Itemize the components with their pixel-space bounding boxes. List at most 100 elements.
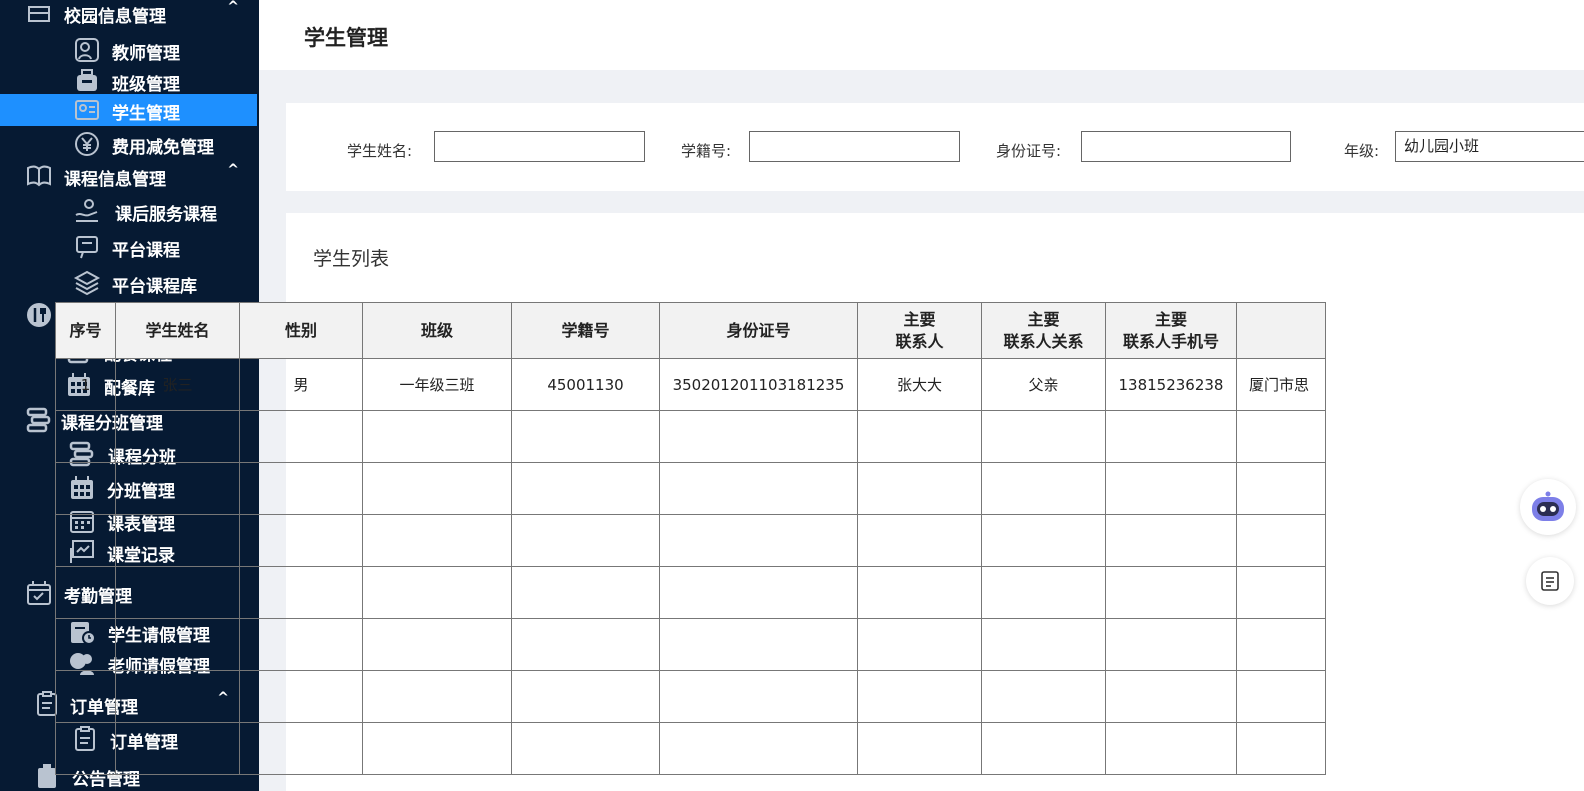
table-cell bbox=[239, 410, 363, 463]
table-row bbox=[55, 410, 1326, 463]
table-cell bbox=[1236, 410, 1326, 463]
column-header: 学生姓名 bbox=[115, 302, 240, 359]
table-cell bbox=[115, 462, 240, 515]
robot-icon bbox=[1532, 491, 1564, 521]
table-cell bbox=[362, 410, 512, 463]
table-cell bbox=[511, 722, 660, 775]
table-cell bbox=[239, 514, 363, 567]
table-cell bbox=[362, 618, 512, 671]
column-header: 主要 联系人手机号 bbox=[1105, 302, 1237, 359]
student-no-label: 学籍号: bbox=[681, 142, 732, 160]
table-cell bbox=[239, 722, 363, 775]
chevron-up-icon[interactable]: ^ bbox=[227, 0, 239, 15]
table-cell bbox=[981, 722, 1106, 775]
sidebar-item-6[interactable]: 课后服务课程 bbox=[0, 195, 257, 227]
table-cell bbox=[511, 566, 660, 619]
table-cell bbox=[1105, 618, 1237, 671]
sidebar-group-0[interactable]: 校园信息管理 ^ bbox=[0, 0, 257, 29]
teacher-icon bbox=[72, 35, 102, 65]
attendance-icon bbox=[24, 578, 54, 608]
table-cell bbox=[857, 462, 982, 515]
table-cell bbox=[981, 618, 1106, 671]
table-row bbox=[55, 618, 1326, 671]
sidebar-item-label: 学生管理 bbox=[112, 104, 180, 124]
table-cell: 350201201103181235 bbox=[659, 358, 858, 411]
table-cell bbox=[362, 722, 512, 775]
page-title: 学生管理 bbox=[304, 26, 388, 50]
table-cell bbox=[115, 410, 240, 463]
table-cell: 父亲 bbox=[981, 358, 1106, 411]
sidebar-item-8[interactable]: 平台课程库 bbox=[0, 267, 257, 299]
table-cell bbox=[1236, 514, 1326, 567]
table-cell bbox=[115, 670, 240, 723]
table-cell bbox=[511, 462, 660, 515]
table-cell: 厦门市思 bbox=[1236, 358, 1326, 411]
table-cell bbox=[1105, 670, 1237, 723]
student-name-input[interactable] bbox=[434, 131, 645, 162]
table-cell bbox=[511, 618, 660, 671]
table-cell bbox=[239, 566, 363, 619]
table-cell bbox=[659, 462, 858, 515]
table-cell bbox=[659, 410, 858, 463]
table-cell bbox=[511, 514, 660, 567]
page-header: 学生管理 bbox=[259, 0, 1584, 70]
assistant-robot-button[interactable] bbox=[1520, 479, 1576, 535]
table-cell bbox=[981, 566, 1106, 619]
column-header: 序号 bbox=[55, 302, 116, 359]
column-header: 主要 联系人 bbox=[857, 302, 982, 359]
sidebar-item-2[interactable]: 班级管理 bbox=[0, 65, 257, 97]
column-header: 学籍号 bbox=[511, 302, 660, 359]
table-cell: 张大大 bbox=[857, 358, 982, 411]
sidebar-item-label: 教师管理 bbox=[112, 44, 180, 64]
column-header: 班级 bbox=[362, 302, 512, 359]
student-icon bbox=[72, 95, 102, 125]
table-row[interactable]: 1 张三男一年级三班 45001130 350201201103181235 张大大 父亲… bbox=[55, 358, 1326, 411]
layers-icon bbox=[72, 268, 102, 298]
table-cell bbox=[1236, 670, 1326, 723]
sidebar-item-label: 校园信息管理 bbox=[64, 7, 166, 27]
column-header bbox=[1236, 302, 1326, 359]
grade-select[interactable]: 幼儿园小班 bbox=[1395, 131, 1584, 162]
dining-icon bbox=[24, 300, 54, 330]
table-cell bbox=[659, 722, 858, 775]
table-cell bbox=[239, 618, 363, 671]
table-cell bbox=[981, 514, 1106, 567]
table-cell: 1 bbox=[55, 358, 116, 411]
chevron-up-icon[interactable]: ^ bbox=[227, 162, 239, 178]
table-cell bbox=[55, 514, 116, 567]
sidebar-item-7[interactable]: 平台课程 bbox=[0, 231, 257, 263]
table-cell bbox=[1236, 722, 1326, 775]
table-row bbox=[55, 566, 1326, 619]
table-cell bbox=[511, 410, 660, 463]
table-cell bbox=[857, 514, 982, 567]
table-cell bbox=[659, 566, 858, 619]
sidebar-item-label: 平台课程库 bbox=[112, 277, 197, 297]
notes-button[interactable] bbox=[1526, 557, 1574, 605]
column-header: 身份证号 bbox=[659, 302, 858, 359]
table-row bbox=[55, 722, 1326, 775]
sidebar-item-label: 课程信息管理 bbox=[64, 170, 166, 190]
table-cell bbox=[239, 670, 363, 723]
class-icon bbox=[72, 66, 102, 96]
table-cell bbox=[115, 722, 240, 775]
sidebar-item-label: 班级管理 bbox=[112, 75, 180, 95]
table-cell bbox=[239, 462, 363, 515]
table-header-row: 序号 学生姓名 性别 班级 学籍号 身份证号 主要 联系人 主要 联系人关系 主要 联系人手机号 bbox=[55, 302, 1326, 359]
table-cell bbox=[857, 410, 982, 463]
sidebar-item-1[interactable]: 教师管理 bbox=[0, 34, 257, 66]
table-cell bbox=[1105, 410, 1237, 463]
table-cell: 男 bbox=[239, 358, 363, 411]
service-icon bbox=[72, 196, 102, 226]
table-cell: 一年级三班 bbox=[362, 358, 512, 411]
sidebar-item-4[interactable]: 费用减免管理 bbox=[0, 128, 257, 160]
id-number-input[interactable] bbox=[1081, 131, 1291, 162]
table-cell bbox=[511, 670, 660, 723]
table-cell bbox=[1236, 462, 1326, 515]
building-icon bbox=[24, 0, 54, 28]
sidebar-group-5[interactable]: 课程信息管理 ^ bbox=[0, 160, 257, 192]
sidebar-item-3[interactable]: 学生管理 bbox=[0, 94, 257, 126]
yen-icon bbox=[72, 129, 102, 159]
table-cell bbox=[362, 462, 512, 515]
table-cell bbox=[55, 670, 116, 723]
student-no-input[interactable] bbox=[749, 131, 960, 162]
